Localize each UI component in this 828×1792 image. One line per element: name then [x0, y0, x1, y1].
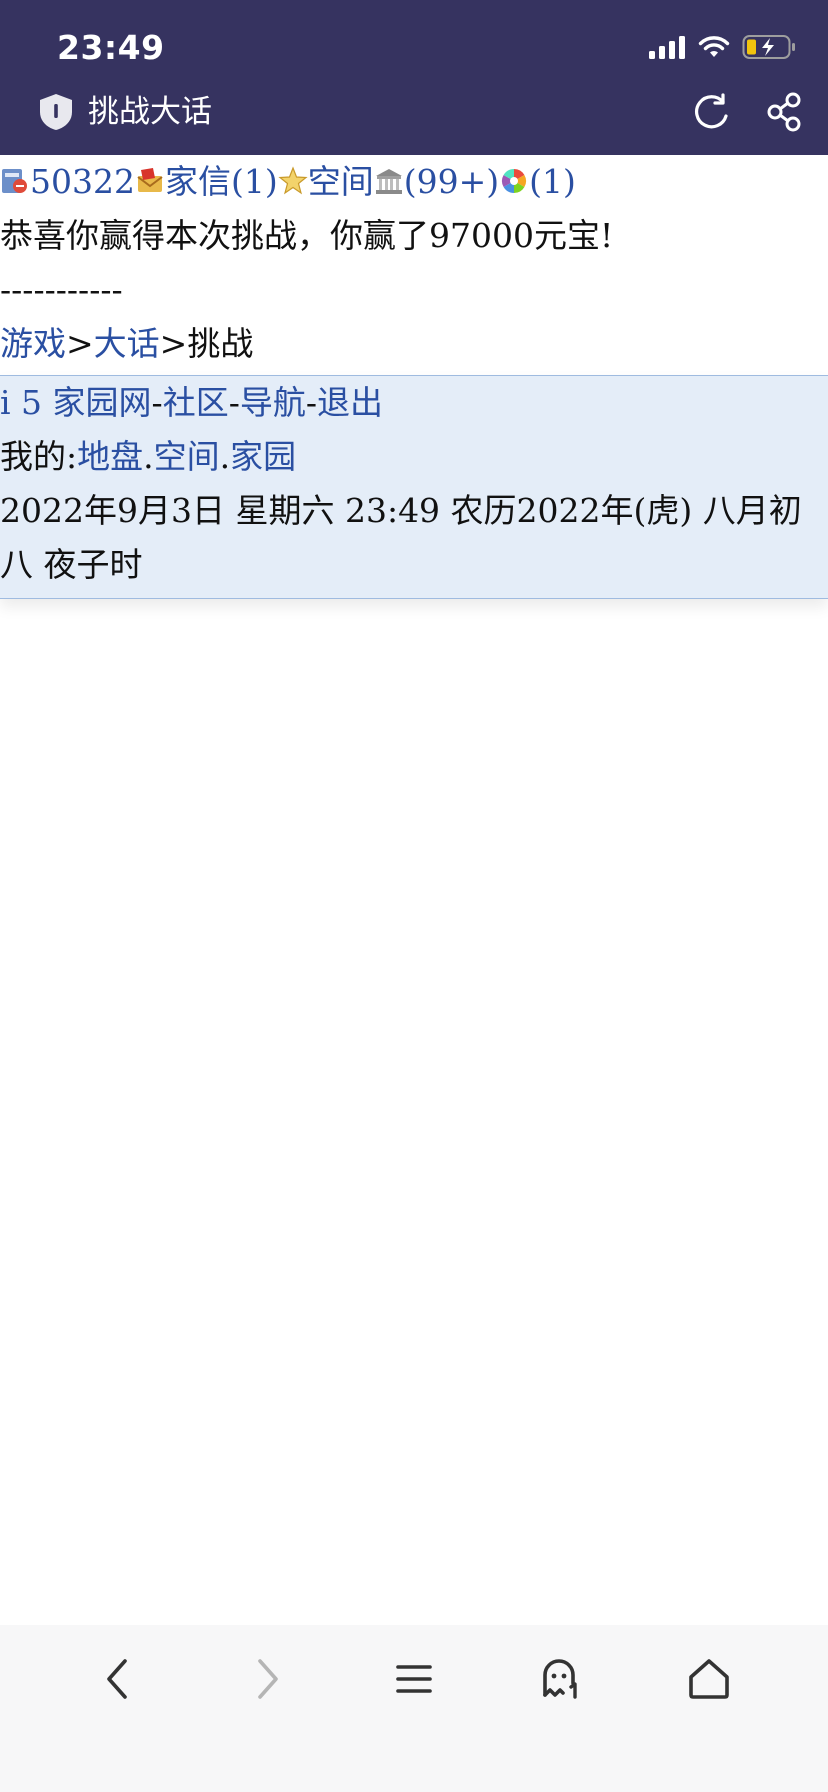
breadcrumb: 游戏>大话>挑战: [0, 317, 828, 371]
mine-label: 我的:: [0, 437, 78, 476]
home-icon: [689, 1659, 729, 1699]
space-link[interactable]: 空间: [308, 162, 374, 201]
wifi-icon: [698, 36, 730, 57]
footer-panel: i 5 家园网-社区-导航-退出 我的:地盘.空间.家园 2022年9月3日 星…: [0, 375, 828, 599]
footer-separator: -: [305, 383, 317, 422]
browser-bottom-bar: [0, 1625, 828, 1792]
space-link-footer[interactable]: 空间: [154, 437, 220, 476]
status-icons: [648, 34, 796, 60]
site-home-link[interactable]: i 5 家园网: [0, 383, 152, 422]
text-divider: -----------: [0, 270, 123, 309]
share-icon: [767, 92, 801, 132]
breadcrumb-separator: >: [66, 324, 94, 363]
footer-separator: -: [151, 383, 163, 422]
status-time: 23:49: [57, 28, 165, 67]
home-button[interactable]: [681, 1651, 737, 1707]
back-button[interactable]: [90, 1651, 146, 1707]
share-button[interactable]: [763, 90, 807, 134]
dot-separator: .: [219, 437, 231, 476]
user-id-link[interactable]: 50322: [30, 162, 135, 201]
date-line: 2022年9月3日 星期六 23:49 农历2022年(虎) 八月初八 夜子时: [0, 491, 802, 584]
logout-link[interactable]: 退出: [317, 383, 383, 422]
color-count-link[interactable]: (1): [529, 162, 576, 201]
page-title: 挑战大话: [88, 94, 212, 130]
home-count-link[interactable]: (99+): [404, 162, 499, 201]
shield-icon: [40, 94, 72, 130]
footer-separator: -: [228, 383, 240, 422]
refresh-icon: [695, 93, 728, 129]
homeland-link[interactable]: 家园: [230, 437, 296, 476]
chevron-right-icon: [258, 1659, 278, 1699]
community-link[interactable]: 社区: [163, 383, 229, 422]
browser-title-bar: 挑战大话: [0, 88, 828, 136]
top-bar: 23:49 挑战大话: [0, 0, 828, 155]
page-content: 50322 家信(1) 空间 (99+) (1) 恭喜你赢得本次挑战，你赢了97…: [0, 155, 828, 599]
navigation-link[interactable]: 导航: [240, 383, 306, 422]
building-icon: [375, 169, 402, 194]
footer-nav: i 5 家园网-社区-导航-退出: [0, 376, 828, 430]
mail-count[interactable]: (1): [231, 162, 278, 201]
chevron-left-icon: [107, 1659, 127, 1699]
color-wheel-icon: [502, 169, 527, 193]
menu-button[interactable]: [386, 1651, 442, 1707]
forward-button[interactable]: [239, 1651, 295, 1707]
territory-link[interactable]: 地盘: [77, 437, 143, 476]
signal-icon: [649, 36, 685, 59]
breadcrumb-current: 挑战: [187, 324, 254, 363]
ghost-tab-icon: [543, 1659, 577, 1699]
footer-mine: 我的:地盘.空间.家园: [0, 430, 828, 484]
challenge-result: 恭喜你赢得本次挑战，你赢了97000元宝!: [0, 216, 614, 255]
mail-link[interactable]: 家信: [165, 162, 231, 201]
breadcrumb-dahua[interactable]: 大话: [94, 324, 160, 363]
star-icon: [278, 166, 308, 195]
breadcrumb-separator: >: [159, 324, 188, 363]
menu-icon: [396, 1665, 432, 1693]
user-bar: 50322 家信(1) 空间 (99+) (1): [0, 155, 828, 209]
refresh-button[interactable]: [690, 90, 734, 134]
battery-icon: [742, 35, 795, 59]
tabs-button[interactable]: [533, 1651, 589, 1707]
breadcrumb-game[interactable]: 游戏: [0, 324, 66, 363]
mail-icon: [137, 168, 163, 192]
user-card-icon: [2, 169, 27, 193]
dot-separator: .: [143, 437, 154, 476]
